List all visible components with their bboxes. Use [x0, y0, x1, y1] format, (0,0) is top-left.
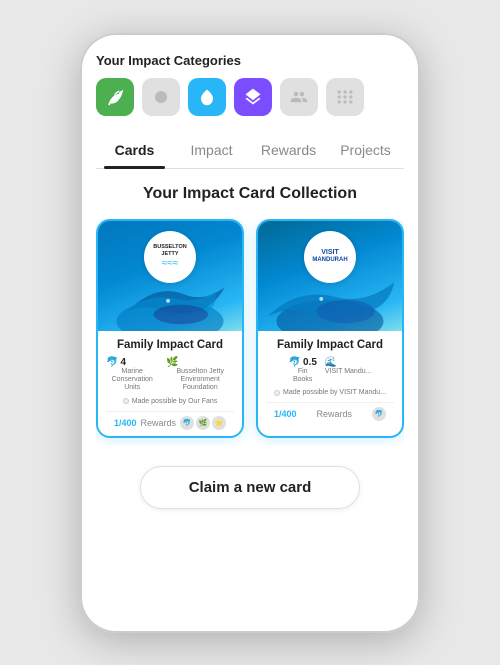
stat-num-1: 🐬 4: [106, 357, 158, 368]
rewards-label-2: Rewards: [317, 409, 353, 419]
cat-icon-layers[interactable]: [234, 78, 272, 116]
categories-row: [96, 78, 404, 116]
reward-icons-2: 🐬: [372, 407, 386, 421]
stat-icon-m2: 🌊: [325, 357, 372, 368]
cat-icon-leaf[interactable]: [96, 78, 134, 116]
stat-num-m1: 🐬 0.5: [289, 357, 317, 368]
tabs: Cards Impact Rewards Projects: [96, 132, 404, 169]
busselton-logo-text1: BUSSELTON: [153, 244, 186, 251]
claim-btn-wrap: Claim a new card: [80, 466, 420, 509]
tab-impact[interactable]: Impact: [173, 132, 250, 168]
card-footer-busselton: 1/400 Rewards 🐬 🌿 ⭐: [106, 411, 234, 430]
card-body-busselton: Family Impact Card 🐬 4 MarineConservatio…: [98, 331, 242, 436]
stat-item-m1: 🐬 0.5 FinBooks: [289, 357, 317, 385]
made-possible-dot-2: [274, 390, 280, 396]
stat-item-m2: 🌊 VISIT Mandu...: [325, 357, 372, 385]
busselton-logo-waves: ≈≈≈: [153, 258, 186, 269]
card-stats-mandurah: 🐬 0.5 FinBooks 🌊 VISIT Mandu...: [266, 357, 394, 385]
phone-content: Your Impact Categories Cards: [80, 33, 420, 446]
cat-icon-water[interactable]: [188, 78, 226, 116]
stat-icon-2: 🌿: [166, 357, 234, 368]
phone-shell: Your Impact Categories Cards: [80, 33, 420, 633]
tab-cards[interactable]: Cards: [96, 132, 173, 168]
card-count-1: 1/400: [114, 418, 137, 428]
stat-label-1: MarineConservation Units: [106, 368, 158, 393]
reward-icon-2a: 🐬: [372, 407, 386, 421]
card-footer-mandurah: 1/400 Rewards 🐬: [266, 402, 394, 421]
card-count-2: 1/400: [274, 409, 297, 419]
cards-row: BUSSELTON JETTY ≈≈≈ Family Impact Card 🐬…: [96, 219, 404, 446]
reward-icon-1a: 🐬: [180, 416, 194, 430]
card-body-mandurah: Family Impact Card 🐬 0.5 FinBooks 🌊 VISI…: [258, 331, 402, 428]
reward-icon-1b: 🌿: [196, 416, 210, 430]
stat-label-m1: FinBooks: [289, 368, 317, 385]
tab-rewards[interactable]: Rewards: [250, 132, 327, 168]
card-image-mandurah: VISIT MANDURAH: [258, 221, 402, 331]
made-possible-1: Made possible by Our Fans: [106, 398, 234, 405]
categories-title: Your Impact Categories: [96, 53, 404, 68]
card-stats-busselton: 🐬 4 MarineConservation Units 🌿 Busselton…: [106, 357, 234, 393]
card-name-busselton: Family Impact Card: [106, 339, 234, 351]
rewards-label-1: Rewards: [141, 418, 177, 428]
mandurah-logo-text1: VISIT: [312, 249, 347, 257]
reward-icon-1c: ⭐: [212, 416, 226, 430]
logo-circle-mandurah: VISIT MANDURAH: [304, 231, 356, 283]
impact-card-busselton[interactable]: BUSSELTON JETTY ≈≈≈ Family Impact Card 🐬…: [96, 219, 244, 438]
stat-item-1: 🐬 4 MarineConservation Units: [106, 357, 158, 393]
logo-circle-busselton: BUSSELTON JETTY ≈≈≈: [144, 231, 196, 283]
tab-projects[interactable]: Projects: [327, 132, 404, 168]
stat-label-m2: VISIT Mandu...: [325, 368, 372, 376]
stat-label-2: Busselton JettyEnvironment Foundation: [166, 368, 234, 393]
made-possible-dot-1: [123, 398, 129, 404]
stat-item-2: 🌿 Busselton JettyEnvironment Foundation: [166, 357, 234, 393]
busselton-logo-text2: JETTY: [153, 251, 186, 258]
stat-icon-1: 🐬: [106, 357, 118, 368]
cat-icon-people[interactable]: [280, 78, 318, 116]
mandurah-logo-text2: MANDURAH: [312, 257, 347, 264]
collection-title: Your Impact Card Collection: [96, 185, 404, 203]
reward-icons-1: 🐬 🌿 ⭐: [180, 416, 226, 430]
cat-icon-gray1[interactable]: [142, 78, 180, 116]
claim-new-card-button[interactable]: Claim a new card: [140, 466, 361, 509]
cat-icon-dots[interactable]: [326, 78, 364, 116]
stat-icon-m1: 🐬: [289, 357, 301, 368]
card-name-mandurah: Family Impact Card: [266, 339, 394, 351]
card-image-busselton: BUSSELTON JETTY ≈≈≈: [98, 221, 242, 331]
made-possible-2: Made possible by VISIT Mandu...: [266, 389, 394, 396]
impact-card-mandurah[interactable]: VISIT MANDURAH Family Impact Card 🐬 0.5: [256, 219, 404, 438]
